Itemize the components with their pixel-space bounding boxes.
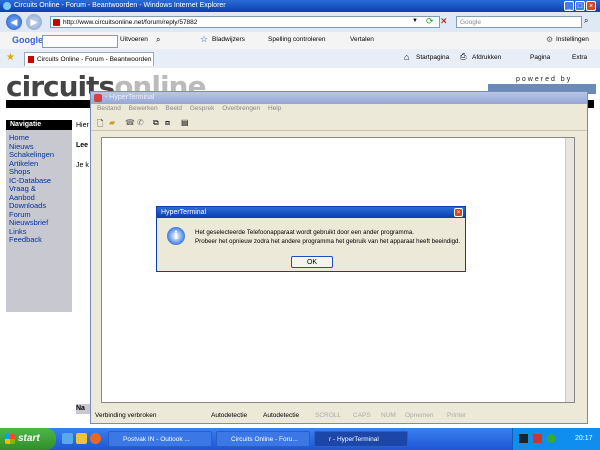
powered-by-text: powered by (516, 76, 573, 83)
quicklaunch-outlook-icon[interactable] (76, 433, 87, 444)
hyperterminal-statusbar: Verbinding verbroken Autodetectie Autode… (91, 410, 587, 422)
search-icon[interactable]: ⌕ (584, 16, 588, 26)
spelling-button[interactable]: Spelling controleren (268, 36, 325, 43)
tab-circuits-online[interactable]: Circuits Online - Forum - Beantwoorden (24, 52, 154, 66)
taskbar-item-outlook[interactable]: Postvak IN - Outlook ... (108, 431, 212, 447)
uitvoeren-button[interactable]: Uitvoeren (120, 36, 148, 43)
afdrukken-button[interactable]: Afdrukken (472, 54, 501, 61)
menu-bestand[interactable]: Bestand (97, 105, 121, 112)
taskbar: start Postvak IN - Outlook ... Circuits … (0, 428, 600, 450)
start-label: start (18, 433, 40, 444)
status-autodetect-2: Autodetectie (263, 412, 300, 419)
search-input[interactable]: Google (456, 16, 582, 28)
print-icon[interactable]: ⎙ (460, 52, 466, 62)
stop-icon[interactable]: ✕ (440, 16, 448, 27)
extra-button[interactable]: Extra (572, 54, 587, 61)
google-logo: Google (12, 35, 43, 45)
google-toolbar: Google Uitvoeren ⌕ ☆ Bladwijzers Spellin… (0, 32, 600, 50)
new-file-icon[interactable]: 🗋 (97, 118, 103, 132)
menu-gesprek[interactable]: Gesprek (190, 105, 215, 112)
page-text-hier: Hier (76, 122, 89, 129)
connect-icon[interactable]: ☎ (125, 118, 135, 127)
hyperterminal-logo-icon (94, 94, 102, 102)
error-dialog: HyperTerminal × i Het geselecteerde Tele… (156, 206, 466, 272)
menu-beeld[interactable]: Beeld (165, 105, 182, 112)
navigation-title: Navigatie (6, 120, 72, 130)
back-button[interactable]: ◀ (6, 14, 22, 30)
page-text-na: Na (76, 405, 85, 412)
start-button[interactable]: start (0, 428, 56, 450)
ok-button[interactable]: OK (291, 256, 333, 268)
send-icon[interactable]: ⧉ (153, 118, 159, 128)
settings-icon: ⚙ (546, 35, 554, 44)
quicklaunch-firefox-icon[interactable] (90, 433, 101, 444)
page-text-jek: Je k (76, 162, 89, 169)
favorites-star-icon[interactable]: ★ (6, 52, 15, 63)
pagina-button[interactable]: Pagina (530, 54, 550, 61)
tab-favicon-icon (28, 56, 34, 63)
hyperterminal-menu: Bestand Bewerken Beeld Gesprek Overbreng… (91, 105, 587, 115)
home-icon[interactable]: ⌂ (404, 52, 409, 62)
receive-icon[interactable]: ⧈ (165, 118, 170, 128)
navigation-panel: Navigatie Home Nieuws Schakelingen Artik… (6, 120, 72, 312)
hyperterminal-title: - HyperTerminal (105, 94, 155, 101)
tray-messenger-icon[interactable] (547, 434, 556, 443)
address-toolbar: ◀ ▶ http://www.circuitsonline.net/forum/… (0, 12, 600, 33)
refresh-icon[interactable]: ⟳ (426, 16, 434, 27)
ie-title-bar: Circuits Online - Forum - Beantwoorden -… (0, 0, 600, 12)
status-printer: Printer (447, 412, 467, 419)
dialog-close-button[interactable]: × (454, 208, 463, 217)
forward-button[interactable]: ▶ (26, 14, 42, 30)
tray-volume-icon[interactable] (533, 434, 542, 443)
magnifier-icon[interactable]: ⌕ (156, 35, 160, 45)
instellingen-button[interactable]: Instellingen (556, 36, 589, 43)
tab-bar: ★ Circuits Online - Forum - Beantwoorden… (0, 49, 600, 69)
system-tray: 20:17 (512, 428, 600, 450)
terminal-scrollbar[interactable] (565, 138, 574, 402)
info-icon: i (167, 227, 185, 245)
dialog-title: HyperTerminal (157, 207, 465, 218)
page-heading-lee: Lee (76, 142, 89, 149)
google-search-box[interactable] (42, 35, 118, 48)
menu-overbrengen[interactable]: Overbrengen (222, 105, 260, 112)
menu-help[interactable]: Help (268, 105, 281, 112)
bookmark-star-icon: ☆ (200, 34, 209, 44)
hyperterminal-title-bar: - HyperTerminal (91, 92, 587, 104)
dialog-message-line2: Probeer het opnieuw zodra het andere pro… (195, 238, 461, 245)
nav-link-feedback[interactable]: Feedback (9, 235, 42, 245)
ie-logo-icon (3, 2, 11, 10)
maximize-button[interactable]: □ (575, 1, 585, 11)
minimize-button[interactable]: _ (564, 1, 574, 11)
open-folder-icon[interactable]: ▰ (109, 118, 115, 127)
page-bottom-bar: Na (76, 404, 90, 414)
status-caps: CAPS (353, 412, 371, 419)
bladwijzers-button[interactable]: Bladwijzers (212, 36, 245, 43)
windows-logo-icon (5, 434, 15, 444)
taskbar-item-hyperterminal[interactable]: r - HyperTerminal (314, 431, 408, 447)
close-button[interactable]: × (586, 1, 596, 11)
status-num: NUM (381, 412, 396, 419)
clock: 20:17 (575, 435, 593, 442)
properties-icon[interactable]: ▤ (181, 118, 189, 127)
tab-label: Circuits Online - Forum - Beantwoorden (37, 56, 152, 63)
taskbar-item-circuits-online[interactable]: Circuits Online - Foru... (216, 431, 310, 447)
vertalen-button[interactable]: Vertalen (350, 36, 374, 43)
startpagina-button[interactable]: Startpagina (416, 54, 449, 61)
url-input[interactable]: http://www.circuitsonline.net/forum/repl… (50, 16, 440, 28)
status-connection: Verbinding verbroken (95, 412, 157, 419)
status-autodetect-1: Autodetectie (211, 412, 248, 419)
quicklaunch-ie-icon[interactable] (62, 433, 73, 444)
tray-network-icon[interactable] (519, 434, 528, 443)
menu-bewerken[interactable]: Bewerken (129, 105, 158, 112)
url-text: http://www.circuitsonline.net/forum/repl… (63, 19, 198, 26)
hyperterminal-toolbar: 🗋 ▰ ☎ ✆ ⧉ ⧈ ▤ (91, 116, 587, 131)
status-opnemen: Opnemen (405, 412, 434, 419)
dropdown-arrow-icon[interactable]: ▼ (412, 18, 418, 24)
disconnect-icon[interactable]: ✆ (137, 118, 144, 127)
ie-window-title: Circuits Online - Forum - Beantwoorden -… (14, 2, 226, 9)
dialog-message-line1: Het geselecteerde Telefoonapparaat wordt… (195, 229, 414, 236)
page-favicon-icon (53, 19, 60, 26)
status-scroll: SCROLL (315, 412, 342, 419)
